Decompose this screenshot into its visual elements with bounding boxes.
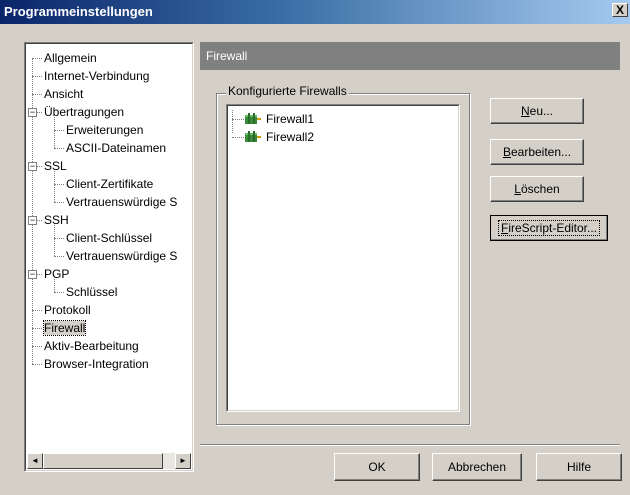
tree-connector: [54, 130, 64, 131]
edit-accel: B: [502, 145, 511, 159]
scroll-right-button[interactable]: ►: [175, 453, 191, 469]
tree-connector: [32, 346, 42, 347]
tree-item-label: Vertrauenswürdige S: [66, 249, 178, 263]
tree-item-label: SSL: [44, 159, 67, 173]
panel-header: Firewall: [200, 42, 620, 70]
tree-item-label: Firewall: [42, 320, 87, 336]
tree-item-label: Schlüssel: [66, 285, 118, 299]
firewall-icon: [244, 130, 262, 144]
tree-item[interactable]: SSH: [44, 211, 69, 229]
tree-item-label: Übertragungen: [44, 105, 125, 119]
tree-item-label: Ansicht: [44, 87, 84, 101]
settings-dialog: Programmeinstellungen X Allgemein Interne…: [0, 0, 630, 495]
ok-button[interactable]: OK: [334, 453, 420, 481]
new-button[interactable]: Neu...: [490, 98, 584, 124]
tree-item[interactable]: SSL: [44, 157, 67, 175]
new-label: eu...: [529, 104, 554, 118]
firewall-list-item[interactable]: Firewall2: [244, 128, 314, 146]
tree-item-label: Erweiterungen: [66, 123, 144, 137]
tree-item-label: Internet-Verbindung: [44, 69, 150, 83]
tree-connector: [54, 292, 64, 293]
tree-branch-line: [54, 171, 55, 202]
tree-item[interactable]: Protokoll: [44, 301, 91, 319]
firewall-list-item[interactable]: Firewall1: [244, 110, 314, 128]
tree-connector: [54, 184, 64, 185]
tree-connector: [54, 238, 64, 239]
edit-label: earbeiten...: [510, 145, 572, 159]
tree-item[interactable]: Vertrauenswürdige S: [66, 247, 177, 265]
tree-branch-line: [54, 225, 55, 256]
tree-horizontal-scrollbar[interactable]: ◄ ►: [27, 453, 191, 469]
tree-item[interactable]: Client-Schlüssel: [66, 229, 152, 247]
tree-root-line: [32, 58, 33, 364]
tree-item[interactable]: Ansicht: [44, 85, 83, 103]
tree-item-label: Browser-Integration: [44, 357, 149, 371]
tree-item[interactable]: Erweiterungen: [66, 121, 143, 139]
tree-item-label: Allgemein: [44, 51, 97, 65]
list-line: [232, 110, 233, 133]
title-bar[interactable]: Programmeinstellungen X: [0, 0, 630, 24]
firewall-name: Firewall2: [266, 130, 315, 144]
window-title: Programmeinstellungen: [4, 4, 153, 19]
help-button[interactable]: Hilfe: [536, 453, 622, 481]
tree-item-label: SSH: [44, 213, 69, 227]
tree-connector: [32, 58, 42, 59]
tree-connector: [32, 328, 42, 329]
tree-item[interactable]: Client-Zertifikate: [66, 175, 153, 193]
panel-divider: [200, 444, 620, 446]
tree-item[interactable]: Aktiv-Bearbeitung: [44, 337, 139, 355]
cancel-button[interactable]: Abbrechen: [432, 453, 522, 481]
close-button[interactable]: X: [612, 3, 628, 17]
tree-item-label: Client-Schlüssel: [66, 231, 153, 245]
delete-label: öschen: [520, 182, 560, 196]
firescript-label: ireScript-Editor...: [508, 221, 598, 235]
firewall-name: Firewall1: [266, 112, 315, 126]
tree-connector: [54, 148, 64, 149]
tree-item-label: Aktiv-Bearbeitung: [44, 339, 139, 353]
tree-item-label: Protokoll: [44, 303, 91, 317]
tree-item[interactable]: Vertrauenswürdige S: [66, 193, 177, 211]
tree-item-label: PGP: [44, 267, 70, 281]
group-label: Konfigurierte Firewalls: [226, 84, 349, 98]
tree-item[interactable]: Allgemein: [44, 49, 97, 67]
tree-collapse-toggle[interactable]: −: [28, 108, 37, 117]
tree-connector: [32, 94, 42, 95]
tree-collapse-toggle[interactable]: −: [28, 162, 37, 171]
tree-connector: [32, 76, 42, 77]
scroll-left-button[interactable]: ◄: [27, 453, 43, 469]
tree-item[interactable]: PGP: [44, 265, 69, 283]
tree-item[interactable]: Schlüssel: [66, 283, 117, 301]
delete-button[interactable]: Löschen: [490, 176, 584, 202]
tree-item[interactable]: Firewall: [42, 319, 87, 337]
tree-branch-line: [54, 117, 55, 148]
settings-tree[interactable]: Allgemein Internet-Verbindung Ansicht − Über…: [24, 42, 194, 472]
firewall-list[interactable]: Firewall1 Firewall2: [226, 104, 460, 412]
firescript-editor-button[interactable]: FireScript-Editor...: [490, 215, 608, 241]
edit-button[interactable]: Bearbeiten...: [490, 139, 584, 165]
firewall-list-content: Firewall1 Firewall2: [227, 105, 459, 411]
tree-item[interactable]: Browser-Integration: [44, 355, 149, 373]
delete-accel: L: [514, 182, 521, 196]
tree-item-label: Client-Zertifikate: [66, 177, 154, 191]
tree-collapse-toggle[interactable]: −: [28, 270, 37, 279]
scroll-thumb[interactable]: [43, 453, 163, 469]
tree-connector: [54, 256, 64, 257]
focus-ring: FireScript-Editor...: [497, 220, 601, 236]
list-connector: [232, 137, 244, 138]
list-connector: [232, 119, 244, 120]
tree-item[interactable]: ASCII-Dateinamen: [66, 139, 166, 157]
tree-collapse-toggle[interactable]: −: [28, 216, 37, 225]
new-accel: N: [520, 104, 530, 118]
tree-connector: [32, 364, 42, 365]
tree-item[interactable]: Übertragungen: [44, 103, 124, 121]
tree-connector: [54, 202, 64, 203]
settings-tree-content: Allgemein Internet-Verbindung Ansicht − Über…: [25, 43, 193, 471]
tree-connector: [32, 310, 42, 311]
tree-item-label: Vertrauenswürdige S: [66, 195, 178, 209]
tree-item[interactable]: Internet-Verbindung: [44, 67, 149, 85]
tree-item-label: ASCII-Dateinamen: [66, 141, 167, 155]
firewall-icon: [244, 112, 262, 126]
